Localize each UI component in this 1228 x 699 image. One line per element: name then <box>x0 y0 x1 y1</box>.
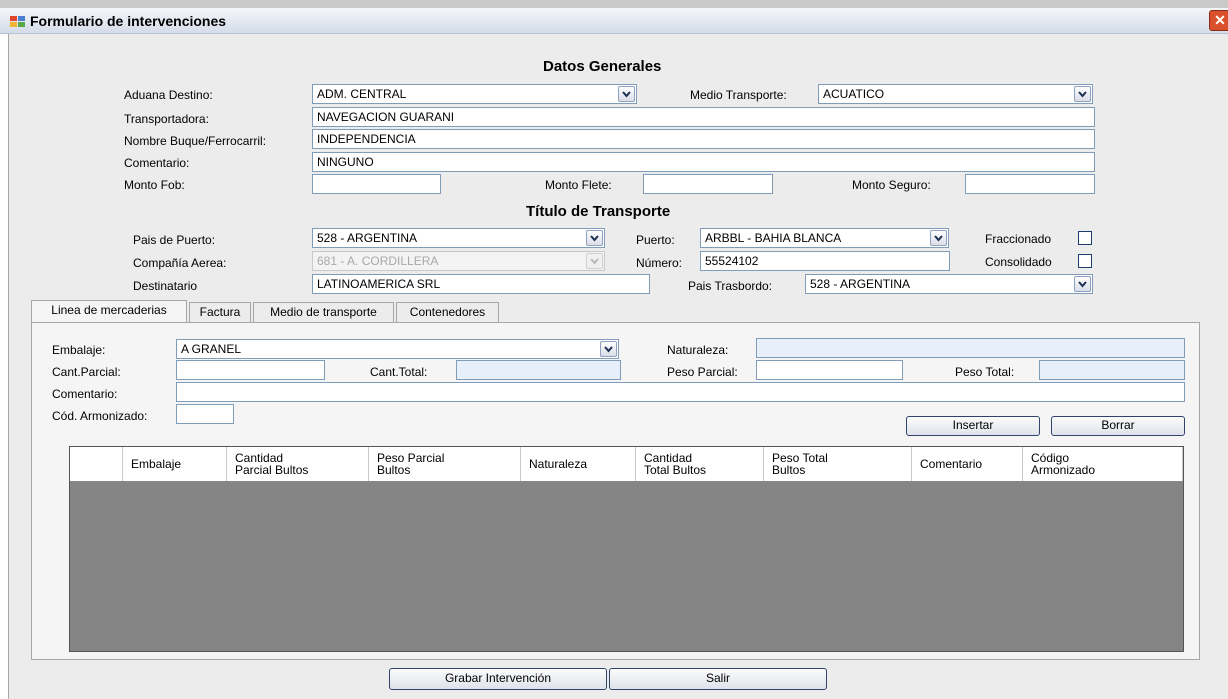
aduana-destino-value: ADM. CENTRAL <box>317 87 407 101</box>
section-title-datos-generales: Datos Generales <box>543 58 662 75</box>
peso-parcial-label: Peso Parcial: <box>667 365 738 379</box>
consolidado-label: Consolidado <box>985 255 1052 269</box>
cant-parcial-field[interactable] <box>176 360 325 380</box>
cod-armonizado-label: Cód. Armonizado: <box>52 409 148 423</box>
puerto-value: ARBBL - BAHIA BLANCA <box>705 231 842 245</box>
cant-total-field[interactable] <box>456 360 621 380</box>
grid-col-peso-parcial[interactable]: Peso Parcial Bultos <box>369 447 521 481</box>
compania-aerea-label: Compañía Aerea: <box>133 256 227 270</box>
cant-total-label: Cant.Total: <box>370 365 428 379</box>
consolidado-checkbox[interactable] <box>1078 254 1092 268</box>
section-title-titulo-transporte: Título de Transporte <box>526 203 671 220</box>
naturaleza-field[interactable] <box>756 338 1185 358</box>
nombre-buque-field[interactable]: INDEPENDENCIA <box>312 129 1095 149</box>
embalaje-value: A GRANEL <box>181 342 242 356</box>
monto-seguro-label: Monto Seguro: <box>852 178 931 192</box>
tab-factura[interactable]: Factura <box>189 302 251 322</box>
pais-puerto-select[interactable]: 528 - ARGENTINA <box>312 228 605 248</box>
cod-armonizado-field[interactable] <box>176 404 234 424</box>
monto-fob-label: Monto Fob: <box>124 178 185 192</box>
pais-trasbordo-label: Pais Trasbordo: <box>688 279 773 293</box>
compania-aerea-value: 681 - A. CORDILLERA <box>317 254 439 268</box>
aduana-destino-select[interactable]: ADM. CENTRAL <box>312 84 637 104</box>
puerto-select[interactable]: ARBBL - BAHIA BLANCA <box>700 228 949 248</box>
window-title: Formulario de intervenciones <box>30 13 227 29</box>
grid-header: Embalaje Cantidad Parcial Bultos Peso Par… <box>70 447 1183 482</box>
grid-col-embalaje[interactable]: Embalaje <box>123 447 227 481</box>
insertar-button[interactable]: Insertar <box>906 416 1040 436</box>
monto-flete-field[interactable] <box>643 174 773 194</box>
fraccionado-label: Fraccionado <box>985 232 1052 246</box>
monto-seguro-field[interactable] <box>965 174 1095 194</box>
screen-top-strip <box>0 0 1228 8</box>
grid-col-cantidad-parcial[interactable]: Cantidad Parcial Bultos <box>227 447 369 481</box>
medio-transporte-select[interactable]: ACUATICO <box>818 84 1093 104</box>
puerto-label: Puerto: <box>636 233 675 247</box>
chevron-down-icon[interactable] <box>600 341 617 357</box>
pais-puerto-label: Pais de Puerto: <box>133 233 216 247</box>
grid-col-peso-total[interactable]: Peso Total Bultos <box>764 447 912 481</box>
transportadora-field[interactable]: NAVEGACION GUARANI <box>312 107 1095 127</box>
embalaje-select[interactable]: A GRANEL <box>176 339 619 359</box>
tab-contenedores[interactable]: Contenedores <box>396 302 499 322</box>
grabar-intervencion-button[interactable]: Grabar Intervención <box>389 668 607 690</box>
numero-field[interactable]: 55524102 <box>700 251 950 271</box>
cant-parcial-label: Cant.Parcial: <box>52 365 121 379</box>
monto-fob-field[interactable] <box>312 174 441 194</box>
peso-parcial-field[interactable] <box>756 360 903 380</box>
chevron-down-icon[interactable] <box>618 86 635 102</box>
peso-total-field[interactable] <box>1039 360 1185 380</box>
borrar-button[interactable]: Borrar <box>1051 416 1185 436</box>
comentario-general-label: Comentario: <box>124 156 190 170</box>
chevron-down-icon[interactable] <box>1074 276 1091 292</box>
salir-button[interactable]: Salir <box>609 668 827 690</box>
comentario-linea-field[interactable] <box>176 382 1185 402</box>
pais-trasbordo-select[interactable]: 528 - ARGENTINA <box>805 274 1093 294</box>
tab-linea-mercaderias[interactable]: Linea de mercaderias <box>31 300 187 322</box>
nombre-buque-label: Nombre Buque/Ferrocarril: <box>124 134 267 148</box>
comentario-general-field[interactable]: NINGUNO <box>312 152 1095 172</box>
destinatario-field[interactable]: LATINOAMERICA SRL <box>312 274 650 294</box>
chevron-down-icon[interactable] <box>586 230 603 246</box>
mercaderias-grid[interactable]: Embalaje Cantidad Parcial Bultos Peso Par… <box>69 446 1184 652</box>
comentario-linea-label: Comentario: <box>52 387 118 401</box>
compania-aerea-select[interactable]: 681 - A. CORDILLERA <box>312 251 605 271</box>
medio-transporte-value: ACUATICO <box>823 87 885 101</box>
chevron-down-icon[interactable] <box>1074 86 1091 102</box>
pais-puerto-value: 528 - ARGENTINA <box>317 231 418 245</box>
chevron-down-icon[interactable] <box>930 230 947 246</box>
numero-label: Número: <box>636 256 683 270</box>
grid-col-cantidad-total[interactable]: Cantidad Total Bultos <box>636 447 764 481</box>
chevron-down-icon <box>586 253 603 269</box>
embalaje-label: Embalaje: <box>52 343 106 357</box>
form-icon <box>10 16 26 28</box>
grid-row-header-corner <box>70 447 123 481</box>
pais-trasbordo-value: 528 - ARGENTINA <box>810 277 911 291</box>
grid-col-naturaleza[interactable]: Naturaleza <box>521 447 636 481</box>
medio-transporte-label: Medio Transporte: <box>690 88 787 102</box>
transportadora-label: Transportadora: <box>124 112 209 126</box>
grid-col-codigo-armonizado[interactable]: Código Armonizado <box>1023 447 1183 481</box>
tab-medio-transporte[interactable]: Medio de transporte <box>253 302 394 322</box>
naturaleza-label: Naturaleza: <box>667 343 729 357</box>
close-icon[interactable]: ✕ <box>1209 10 1228 31</box>
aduana-destino-label: Aduana Destino: <box>124 88 213 102</box>
grid-col-comentario[interactable]: Comentario <box>912 447 1023 481</box>
fraccionado-checkbox[interactable] <box>1078 231 1092 245</box>
destinatario-label: Destinatario <box>133 279 198 293</box>
window-titlebar[interactable]: Formulario de intervenciones ✕ <box>0 8 1228 34</box>
monto-flete-label: Monto Flete: <box>545 178 612 192</box>
peso-total-label: Peso Total: <box>955 365 1015 379</box>
